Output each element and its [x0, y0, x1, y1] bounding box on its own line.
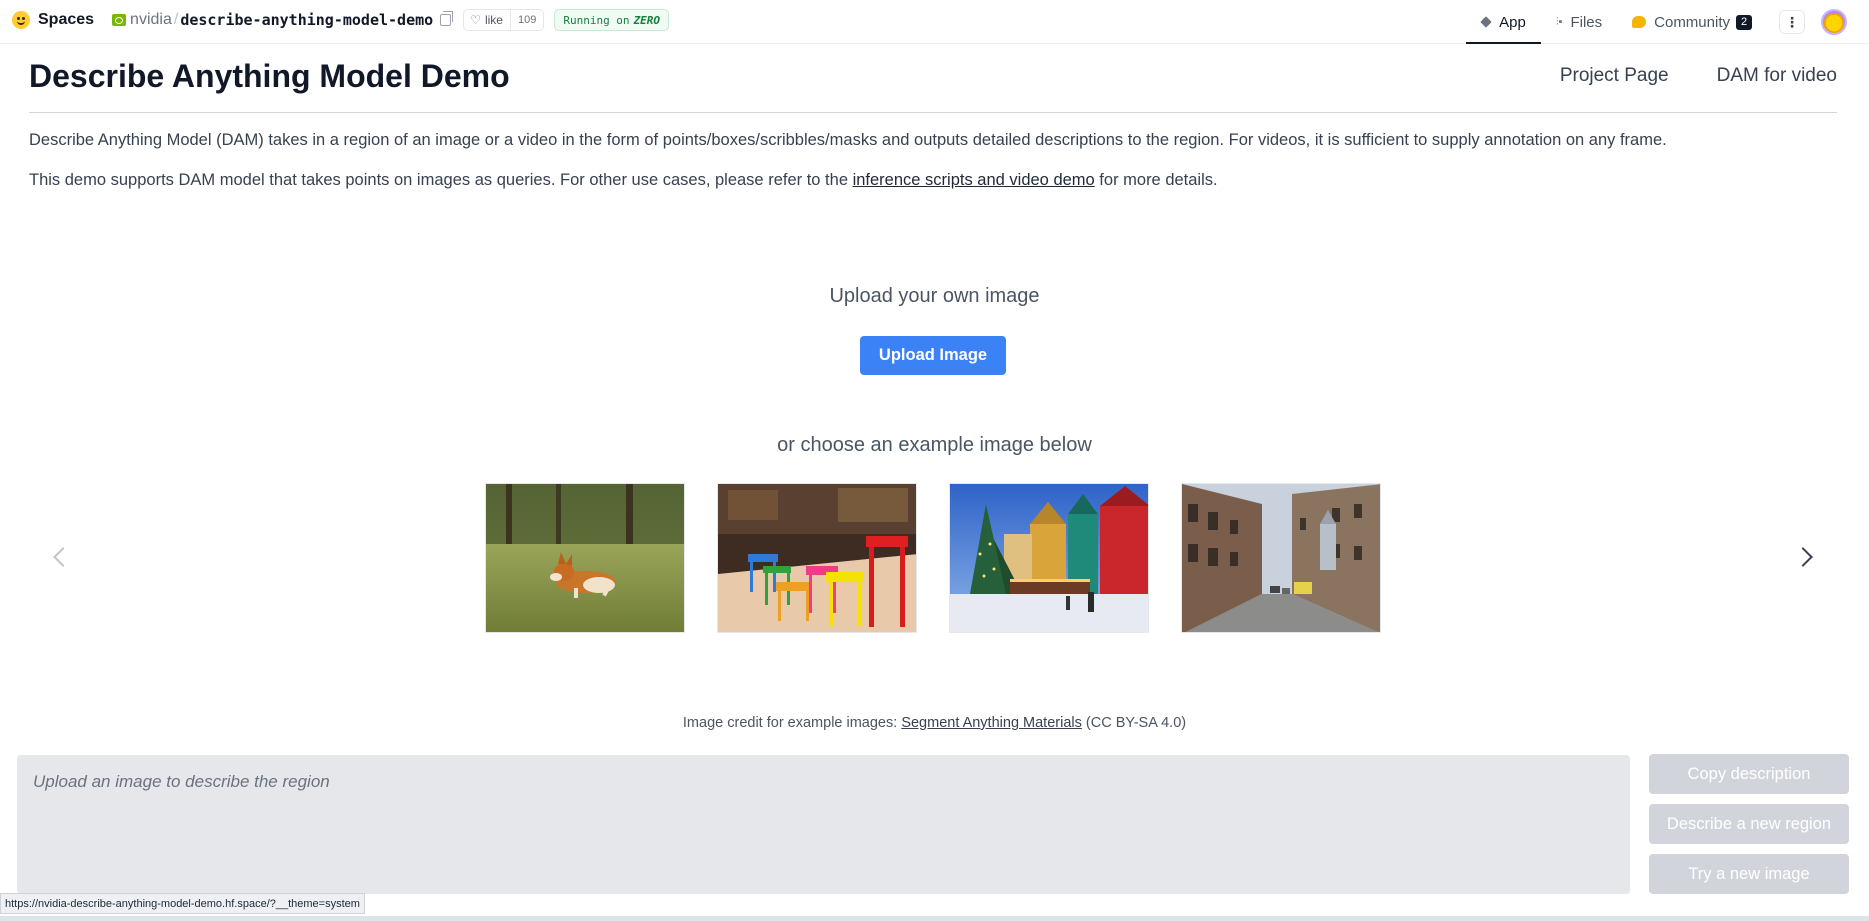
tab-files[interactable]: ⫶▪ Files	[1541, 0, 1617, 44]
copy-icon[interactable]	[440, 11, 454, 26]
nvidia-org-icon	[112, 14, 127, 26]
carousel-prev-icon[interactable]	[48, 545, 72, 569]
tab-community[interactable]: Community 2	[1617, 0, 1767, 44]
upload-image-button[interactable]: Upload Image	[860, 336, 1006, 375]
top-navigation-bar: Spaces nvidia / describe-anything-model-…	[0, 0, 1869, 44]
christmas-square-photo	[950, 484, 1148, 632]
example-image-stools[interactable]	[717, 483, 917, 633]
example-image-corgi[interactable]	[485, 483, 685, 633]
copy-description-button[interactable]: Copy description	[1649, 754, 1849, 794]
running-prefix: Running on	[563, 13, 630, 27]
upload-heading: Upload your own image	[829, 285, 1040, 307]
segment-anything-link[interactable]: Segment Anything Materials	[901, 715, 1082, 731]
community-icon	[1632, 16, 1647, 28]
user-avatar[interactable]	[1821, 9, 1847, 35]
window-bottom-edge	[0, 916, 1869, 921]
credit-suffix: (CC BY-SA 4.0)	[1081, 715, 1187, 731]
tab-app-label: App	[1499, 13, 1526, 31]
huggingface-logo-icon[interactable]	[12, 11, 30, 29]
example-image-street[interactable]	[1181, 483, 1381, 633]
space-breadcrumb: Spaces nvidia / describe-anything-model-…	[12, 8, 670, 32]
image-credit: Image credit for example images: Segment…	[0, 715, 1869, 731]
street-photo	[1182, 484, 1380, 632]
browser-status-url: https://nvidia-describe-anything-model-d…	[0, 893, 365, 914]
files-icon: ⫶▪	[1555, 15, 1563, 28]
carousel-next-icon[interactable]	[1794, 545, 1818, 569]
tab-community-label: Community	[1654, 13, 1730, 31]
page-title: Describe Anything Model Demo	[29, 58, 510, 94]
like-count[interactable]: 109	[509, 10, 543, 30]
header-links: Project Page DAM for video	[1560, 65, 1837, 87]
repo-name-link[interactable]: describe-anything-model-demo	[180, 11, 433, 29]
running-hardware: ZERO	[633, 13, 661, 27]
community-count-badge: 2	[1736, 14, 1752, 30]
dam-for-video-link[interactable]: DAM for video	[1717, 65, 1837, 87]
more-options-button[interactable]: ⋮	[1779, 10, 1805, 34]
intro-text-before-link: This demo supports DAM model that takes …	[29, 171, 853, 189]
describe-new-region-button[interactable]: Describe a new region	[1649, 804, 1849, 844]
tab-files-label: Files	[1570, 13, 1603, 31]
heart-icon: ♡	[470, 13, 481, 27]
project-page-link[interactable]: Project Page	[1560, 65, 1669, 87]
example-heading: or choose an example image below	[777, 434, 1092, 456]
inference-scripts-link[interactable]: inference scripts and video demo	[853, 171, 1095, 189]
intro-paragraph-1: Describe Anything Model (DAM) takes in a…	[29, 131, 1667, 149]
like-button[interactable]: ♡ like 109	[463, 9, 545, 31]
breadcrumb-separator: /	[173, 11, 179, 28]
description-output-textbox[interactable]: Upload an image to describe the region	[17, 755, 1630, 894]
org-link[interactable]: nvidia	[130, 11, 172, 29]
like-toggle[interactable]: ♡ like	[464, 10, 510, 30]
cube-icon	[1480, 16, 1492, 28]
space-tabs: App ⫶▪ Files Community 2 ⋮	[1466, 0, 1869, 44]
running-status-badge[interactable]: Running on ZERO	[554, 9, 670, 31]
example-image-christmas-square[interactable]	[949, 483, 1149, 633]
stools-photo	[718, 484, 916, 632]
credit-prefix: Image credit for example images:	[682, 715, 902, 731]
spaces-link[interactable]: Spaces	[38, 11, 94, 29]
like-label: like	[484, 13, 503, 27]
intro-paragraph-2: This demo supports DAM model that takes …	[29, 171, 1218, 190]
intro-text-after-link: for more details.	[1094, 171, 1218, 189]
try-new-image-button[interactable]: Try a new image	[1649, 854, 1849, 894]
tab-app[interactable]: App	[1466, 0, 1541, 44]
corgi-photo	[486, 484, 684, 632]
header-divider	[29, 112, 1837, 113]
